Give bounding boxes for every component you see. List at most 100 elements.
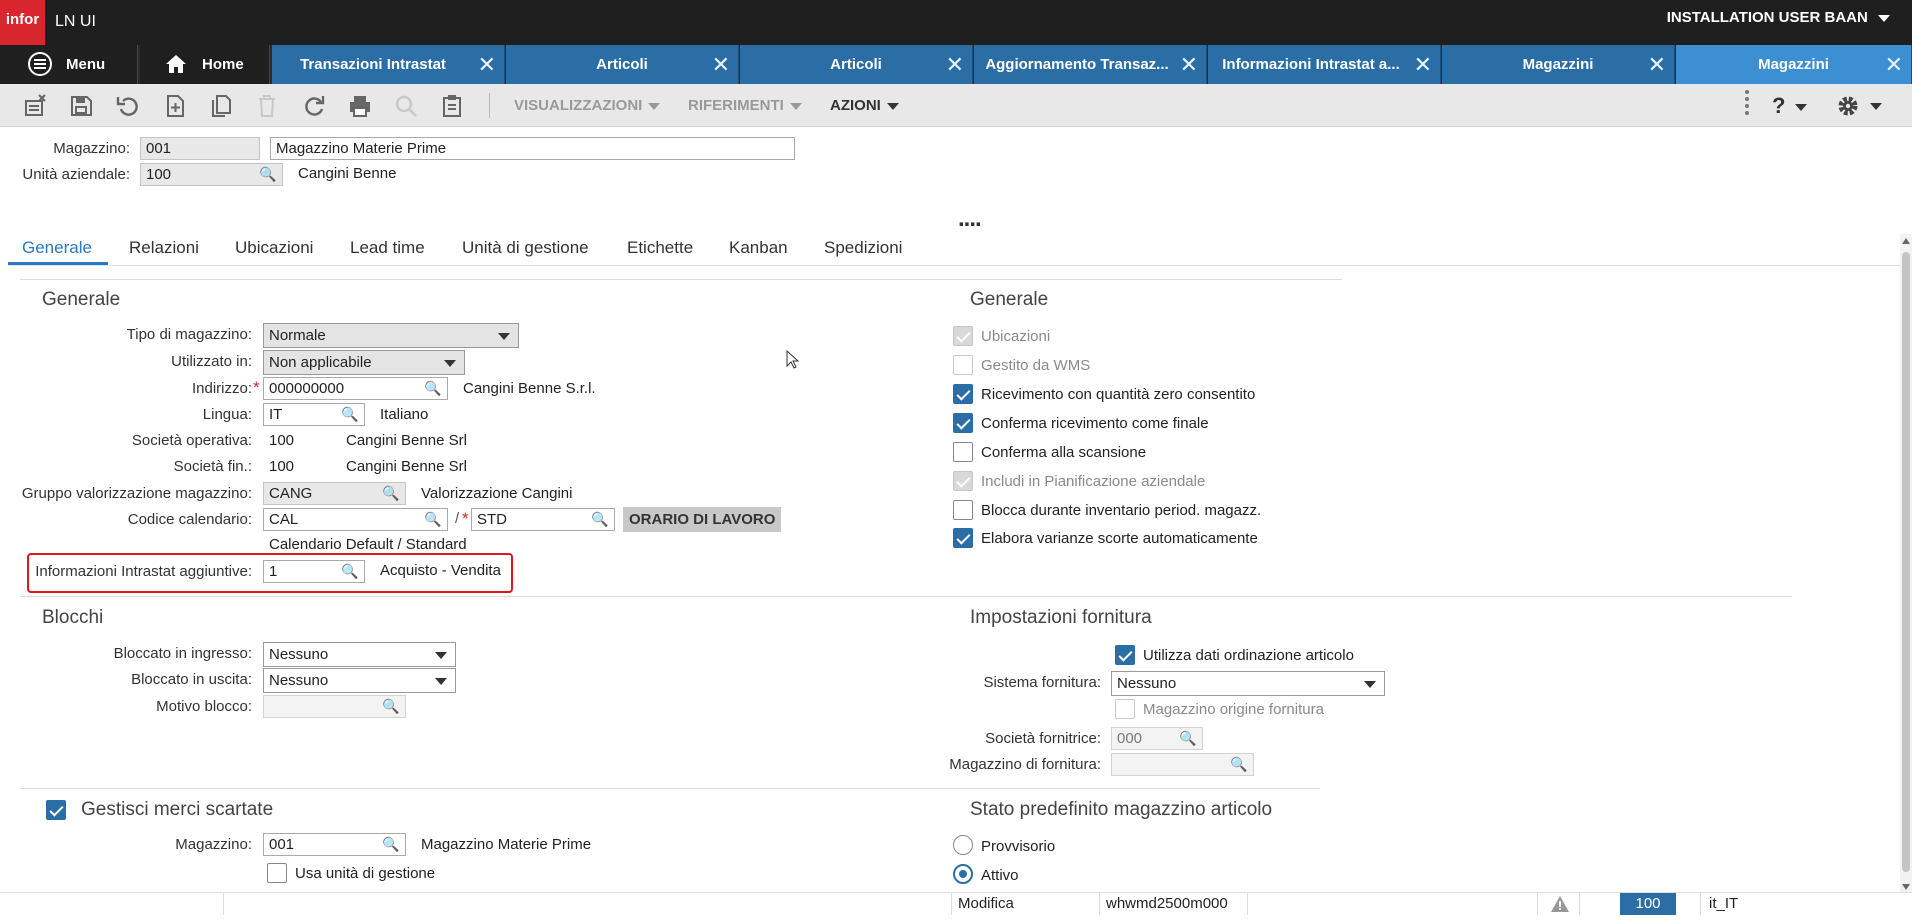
manage-scrap-checkbox[interactable] bbox=[46, 800, 66, 820]
confirm-receipt-checkbox[interactable] bbox=[953, 413, 973, 433]
views-menu[interactable]: VISUALIZZAZIONI bbox=[514, 84, 661, 127]
chevron-down-icon bbox=[648, 102, 661, 110]
more-indicator[interactable]: .... bbox=[958, 207, 982, 231]
use-handling-units-checkbox[interactable] bbox=[267, 863, 287, 883]
tab-lead-time[interactable]: Lead time bbox=[350, 238, 425, 258]
scroll-down-icon[interactable] bbox=[1902, 884, 1910, 890]
mouse-cursor-icon bbox=[786, 350, 800, 369]
tab-menu[interactable]: Menu bbox=[0, 45, 138, 84]
tab-informazioni-intrastat[interactable]: Informazioni Intrastat a... ✕ bbox=[1208, 45, 1441, 84]
scrollbar-thumb[interactable] bbox=[1902, 252, 1910, 872]
working-hours-button[interactable]: ORARIO DI LAVORO bbox=[623, 507, 782, 532]
settings-menu[interactable] bbox=[1836, 84, 1882, 127]
calendar-separator: / bbox=[455, 510, 460, 527]
home-icon bbox=[166, 55, 186, 73]
wms-checkbox[interactable] bbox=[953, 355, 973, 375]
origin-warehouse-checkbox[interactable] bbox=[1115, 699, 1135, 719]
supply-system-select[interactable]: Nessuno bbox=[1111, 671, 1385, 696]
tab-relazioni[interactable]: Relazioni bbox=[129, 238, 199, 258]
provisional-radio[interactable] bbox=[953, 835, 973, 855]
zoom-icon[interactable]: 🔍 bbox=[380, 697, 402, 716]
supplying-company-field[interactable]: 000 🔍 bbox=[1111, 727, 1203, 750]
actions-menu[interactable]: AZIONI bbox=[830, 84, 899, 127]
zoom-icon[interactable]: 🔍 bbox=[589, 510, 611, 529]
intrastat-field[interactable]: 1 🔍 bbox=[263, 560, 365, 583]
warning-icon[interactable] bbox=[1537, 893, 1579, 915]
zoom-icon[interactable]: 🔍 bbox=[257, 165, 279, 184]
search-icon[interactable] bbox=[393, 93, 419, 119]
dropdown-arrow-icon bbox=[1364, 681, 1376, 688]
close-icon[interactable]: ✕ bbox=[1414, 45, 1432, 84]
tab-generale[interactable]: Generale bbox=[22, 238, 92, 258]
print-icon[interactable] bbox=[347, 93, 373, 119]
scroll-up-icon[interactable] bbox=[1902, 238, 1910, 244]
tab-aggiornamento[interactable]: Aggiornamento Transaz... ✕ bbox=[974, 45, 1207, 84]
tab-articoli-1[interactable]: Articoli ✕ bbox=[506, 45, 739, 84]
tab-kanban[interactable]: Kanban bbox=[729, 238, 788, 258]
warehouse-type-select[interactable]: Normale bbox=[263, 323, 519, 348]
language-field[interactable]: IT 🔍 bbox=[263, 403, 365, 426]
tab-unita-di-gestione[interactable]: Unità di gestione bbox=[462, 238, 589, 258]
tab-magazzini-1[interactable]: Magazzini ✕ bbox=[1442, 45, 1675, 84]
save-icon[interactable] bbox=[68, 93, 94, 119]
calendar-field[interactable]: CAL 🔍 bbox=[263, 508, 448, 531]
warehouse-code-field[interactable]: 001 bbox=[140, 137, 260, 160]
block-inventory-checkbox[interactable] bbox=[953, 500, 973, 520]
tab-magazzini-active[interactable]: Magazzini ✕ bbox=[1676, 45, 1912, 84]
help-menu[interactable]: ? bbox=[1772, 84, 1808, 127]
calendar-code2-field[interactable]: STD 🔍 bbox=[471, 508, 615, 531]
zoom-icon[interactable]: 🔍 bbox=[422, 379, 444, 398]
tab-spedizioni[interactable]: Spedizioni bbox=[824, 238, 902, 258]
address-field[interactable]: 000000000 🔍 bbox=[263, 377, 448, 400]
supply-warehouse-field[interactable]: 🔍 bbox=[1111, 753, 1254, 776]
locations-checkbox[interactable] bbox=[953, 326, 973, 346]
chevron-down-icon bbox=[1795, 103, 1808, 111]
valuation-group-field[interactable]: CANG 🔍 bbox=[263, 482, 406, 505]
unit-label: Unità aziendale: bbox=[22, 166, 130, 183]
used-in-select[interactable]: Non applicabile bbox=[263, 350, 465, 375]
refresh-icon[interactable] bbox=[301, 93, 327, 119]
use-item-data-checkbox[interactable] bbox=[1115, 645, 1135, 665]
warehouse-description-field[interactable]: Magazzino Materie Prime bbox=[270, 137, 795, 160]
variances-checkbox[interactable] bbox=[953, 528, 973, 548]
tab-articoli-2[interactable]: Articoli ✕ bbox=[740, 45, 973, 84]
close-icon[interactable]: ✕ bbox=[946, 45, 964, 84]
new-record-icon[interactable] bbox=[162, 93, 188, 119]
tab-transazioni-intrastat[interactable]: Transazioni Intrastat ✕ bbox=[272, 45, 505, 84]
close-icon[interactable]: ✕ bbox=[478, 45, 496, 84]
block-reason-field[interactable]: 🔍 bbox=[263, 695, 406, 718]
delete-icon[interactable] bbox=[254, 93, 280, 119]
more-vertical-icon[interactable] bbox=[1745, 90, 1749, 122]
tab-etichette[interactable]: Etichette bbox=[627, 238, 693, 258]
calendar-code: CAL bbox=[269, 511, 299, 528]
zoom-icon[interactable]: 🔍 bbox=[380, 484, 402, 503]
copy-record-icon[interactable] bbox=[208, 93, 234, 119]
zoom-icon[interactable]: 🔍 bbox=[380, 835, 402, 854]
user-menu[interactable]: INSTALLATION USER BAAN bbox=[1667, 0, 1890, 36]
undo-icon[interactable] bbox=[115, 93, 141, 119]
close-icon[interactable]: ✕ bbox=[1180, 45, 1198, 84]
confirm-scan-checkbox[interactable] bbox=[953, 442, 973, 462]
tab-ubicazioni[interactable]: Ubicazioni bbox=[235, 238, 313, 258]
vertical-scrollbar[interactable] bbox=[1900, 234, 1912, 894]
zoom-icon[interactable]: 🔍 bbox=[339, 562, 361, 581]
close-icon[interactable]: ✕ bbox=[712, 45, 730, 84]
unit-field[interactable]: 100 🔍 bbox=[140, 163, 283, 186]
planning-checkbox[interactable] bbox=[953, 471, 973, 491]
zoom-icon[interactable]: 🔍 bbox=[1177, 729, 1199, 748]
zero-quantity-checkbox[interactable] bbox=[953, 384, 973, 404]
zoom-icon[interactable]: 🔍 bbox=[1228, 755, 1250, 774]
close-icon[interactable]: ✕ bbox=[1885, 45, 1903, 84]
general-section-title: Generale bbox=[42, 289, 121, 310]
clear-form-icon[interactable] bbox=[22, 93, 48, 119]
tab-home[interactable]: Home bbox=[140, 45, 270, 84]
active-radio[interactable] bbox=[953, 864, 973, 884]
references-menu[interactable]: RIFERIMENTI bbox=[688, 84, 802, 127]
blocked-out-select[interactable]: Nessuno bbox=[263, 668, 456, 693]
zoom-icon[interactable]: 🔍 bbox=[339, 405, 361, 424]
scrap-warehouse-field[interactable]: 001 🔍 bbox=[263, 833, 406, 856]
close-icon[interactable]: ✕ bbox=[1648, 45, 1666, 84]
blocked-in-select[interactable]: Nessuno bbox=[263, 642, 456, 667]
attachment-icon[interactable] bbox=[439, 93, 465, 119]
zoom-icon[interactable]: 🔍 bbox=[422, 510, 444, 529]
